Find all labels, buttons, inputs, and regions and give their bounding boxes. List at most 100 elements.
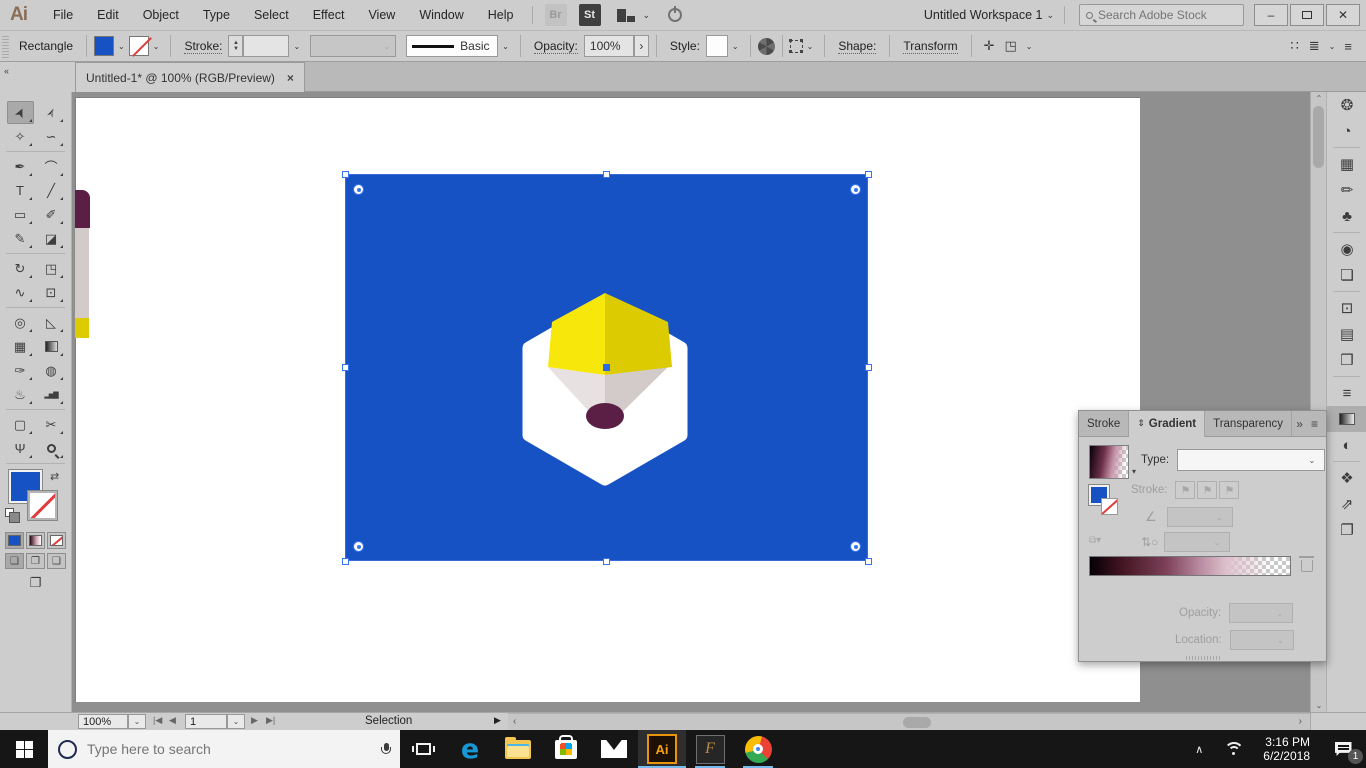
recolor-artwork-icon[interactable] bbox=[757, 37, 775, 55]
gradient-button[interactable] bbox=[26, 532, 45, 549]
eraser-tool[interactable]: ◪ bbox=[38, 227, 65, 250]
align-panel-icon[interactable]: ∷ bbox=[1291, 38, 1299, 54]
panel-align-icon[interactable]: ▤ bbox=[1327, 321, 1366, 347]
brush-definition-dropdown[interactable]: Basic bbox=[406, 35, 499, 57]
taskbar-search-input[interactable] bbox=[87, 741, 337, 757]
chevron-down-icon[interactable]: ⌄ bbox=[728, 42, 743, 51]
panel-menu-icon[interactable]: ≡ bbox=[1311, 417, 1318, 431]
live-corner-widget-sw[interactable] bbox=[353, 541, 364, 552]
gpu-performance-icon[interactable] bbox=[668, 6, 683, 22]
taskbar-app-edge[interactable]: e bbox=[446, 730, 494, 768]
stock-icon[interactable]: St bbox=[578, 4, 601, 26]
microphone-icon[interactable] bbox=[381, 742, 391, 756]
bridge-icon[interactable]: Br bbox=[544, 4, 567, 26]
opacity-expand-button[interactable]: › bbox=[633, 35, 649, 57]
task-view-button[interactable] bbox=[400, 730, 446, 768]
artboard-dropdown-button[interactable]: ⌄ bbox=[227, 714, 245, 729]
curvature-tool[interactable]: ⌒ bbox=[38, 155, 65, 178]
horizontal-scroll-thumb[interactable] bbox=[903, 717, 931, 728]
menu-window[interactable]: Window bbox=[407, 8, 475, 22]
horizontal-scrollbar[interactable]: ‹ › bbox=[508, 713, 1310, 730]
offcanvas-purple-shape[interactable] bbox=[75, 190, 90, 228]
panel-grip[interactable] bbox=[2, 34, 9, 58]
slice-tool[interactable]: ✂ bbox=[38, 413, 65, 436]
tab-stroke[interactable]: Stroke bbox=[1079, 411, 1130, 436]
taskbar-app-mail[interactable] bbox=[590, 730, 638, 768]
taskbar-app-store[interactable] bbox=[542, 730, 590, 768]
scale-tool[interactable]: ◳ bbox=[38, 257, 65, 280]
next-artboard-icon[interactable]: ▶ bbox=[251, 715, 258, 726]
status-expand-icon[interactable]: ▶ bbox=[494, 715, 501, 726]
color-button[interactable] bbox=[5, 532, 24, 549]
menu-select[interactable]: Select bbox=[242, 8, 301, 22]
live-corner-widget-ne[interactable] bbox=[850, 184, 861, 195]
style-dropdown[interactable] bbox=[705, 35, 728, 57]
width-tool[interactable]: ∿ bbox=[7, 281, 34, 304]
chevron-down-icon[interactable]: ⌄ bbox=[643, 10, 651, 21]
free-transform-tool[interactable]: ⊡ bbox=[38, 281, 65, 304]
gradient-slider[interactable] bbox=[1089, 556, 1291, 576]
default-fill-stroke-icon[interactable] bbox=[5, 508, 20, 523]
hand-tool[interactable]: Ψ bbox=[7, 437, 34, 460]
shape-label[interactable]: Shape: bbox=[838, 39, 877, 54]
taskbar-app-chrome[interactable] bbox=[734, 730, 782, 768]
panel-appearance-icon[interactable]: ◉ bbox=[1327, 236, 1366, 262]
chevron-down-icon[interactable]: ⌄ bbox=[498, 42, 513, 51]
opacity-label[interactable]: Opacity: bbox=[533, 39, 578, 54]
swap-fill-stroke-icon[interactable]: ⇄ bbox=[50, 470, 59, 483]
stock-search-input[interactable] bbox=[1098, 8, 1228, 22]
taskbar-app-illustrator[interactable]: Ai bbox=[638, 730, 686, 768]
transform-label[interactable]: Transform bbox=[903, 39, 958, 54]
last-artboard-icon[interactable]: ▶| bbox=[266, 715, 275, 726]
action-center-button[interactable]: 1 bbox=[1320, 730, 1366, 768]
restore-button[interactable] bbox=[1290, 4, 1324, 26]
panel-symbols-icon[interactable]: ♣ bbox=[1327, 203, 1366, 229]
zoom-level-field[interactable]: 100% bbox=[78, 714, 128, 729]
taskbar-clock[interactable]: 3:16 PM 6/2/2018 bbox=[1253, 735, 1320, 763]
hidden-icons-chevron[interactable]: ∧ bbox=[1185, 743, 1213, 756]
rotate-tool[interactable]: ↻ bbox=[7, 257, 34, 280]
isolate-object-icon[interactable]: ◳ bbox=[1005, 38, 1017, 54]
distribute-icon[interactable]: ≣ bbox=[1309, 38, 1320, 54]
document-tab[interactable]: Untitled-1* @ 100% (RGB/Preview) × bbox=[75, 62, 305, 92]
panel-transform-icon[interactable]: ⊡ bbox=[1327, 295, 1366, 321]
workspace-switcher[interactable]: Untitled Workspace 1 ⌄ bbox=[924, 8, 1058, 22]
menu-effect[interactable]: Effect bbox=[301, 8, 357, 22]
gradient-preview-swatch[interactable] bbox=[1089, 445, 1129, 479]
stroke-weight-field[interactable] bbox=[243, 35, 290, 57]
chevron-down-icon[interactable]: ⌄ bbox=[289, 42, 304, 51]
selection-handle-ne[interactable] bbox=[865, 171, 872, 178]
screen-mode-button[interactable]: ❐ bbox=[0, 575, 71, 591]
lasso-tool[interactable]: ∽ bbox=[38, 125, 65, 148]
artboard-tool[interactable]: ▢ bbox=[7, 413, 34, 436]
selection-handle-se[interactable] bbox=[865, 558, 872, 565]
selection-handle-w[interactable] bbox=[342, 364, 349, 371]
selection-tool[interactable]: ➤ bbox=[6, 101, 34, 124]
gradient-preset-chevron-icon[interactable]: ▾ bbox=[1132, 467, 1136, 476]
panel-color-icon[interactable]: ❂ bbox=[1327, 92, 1366, 118]
prev-artboard-icon[interactable]: ◀ bbox=[169, 715, 176, 726]
panel-graphic-styles-icon[interactable]: ❏ bbox=[1327, 262, 1366, 288]
panel-resize-grip[interactable] bbox=[1185, 656, 1220, 660]
panel-layers-icon[interactable]: ❖ bbox=[1327, 465, 1366, 491]
menu-help[interactable]: Help bbox=[476, 8, 526, 22]
tab-transparency[interactable]: Transparency bbox=[1205, 411, 1292, 436]
column-graph-tool[interactable]: ▂▅▇ bbox=[38, 383, 65, 406]
stroke-color-swatch[interactable] bbox=[128, 36, 149, 56]
arrange-documents-icon[interactable] bbox=[616, 8, 635, 22]
live-corner-widget-nw[interactable] bbox=[353, 184, 364, 195]
pen-tool[interactable]: ✒ bbox=[7, 155, 34, 178]
selection-center-point[interactable] bbox=[603, 364, 610, 371]
panel-color-guide-icon[interactable]: ◔ bbox=[1327, 118, 1366, 144]
selection-handle-sw[interactable] bbox=[342, 558, 349, 565]
panel-pathfinder-icon[interactable]: ❒ bbox=[1327, 347, 1366, 373]
chevron-down-icon[interactable]: ⌄ bbox=[114, 42, 129, 51]
shaper-tool[interactable]: ✎ bbox=[7, 227, 34, 250]
taskbar-app-file-explorer[interactable] bbox=[494, 730, 542, 768]
gradient-tool[interactable] bbox=[38, 335, 65, 358]
scroll-right-icon[interactable]: › bbox=[1299, 716, 1302, 727]
edit-contents-icon[interactable] bbox=[788, 38, 803, 53]
panel-gradient-icon[interactable] bbox=[1327, 406, 1366, 432]
panel-stroke-icon[interactable]: ≡ bbox=[1327, 380, 1366, 406]
tab-gradient[interactable]: ⇕ Gradient bbox=[1129, 411, 1206, 437]
